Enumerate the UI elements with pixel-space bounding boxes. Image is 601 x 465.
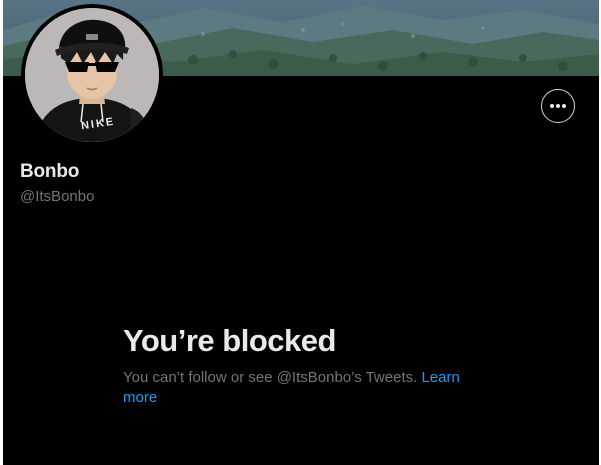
avatar[interactable]: NIKE [25, 8, 159, 142]
avatar-border: NIKE [21, 4, 163, 146]
profile-display-name: Bonbo [20, 161, 80, 182]
blocked-notice: You’re blocked You can’t follow or see @… [123, 322, 483, 408]
profile-page: NIKE Bonbo @ItsBonbo You’re blocked You … [3, 0, 599, 465]
more-options-button[interactable] [541, 89, 575, 123]
profile-handle: @ItsBonbo [20, 188, 95, 205]
blocked-message-text: You can’t follow or see @ItsBonbo’s Twee… [123, 369, 422, 386]
blocked-message: You can’t follow or see @ItsBonbo’s Twee… [123, 368, 483, 408]
more-horizontal-icon [550, 104, 566, 108]
window-frame: NIKE Bonbo @ItsBonbo You’re blocked You … [0, 0, 601, 465]
blocked-title: You’re blocked [123, 323, 336, 358]
